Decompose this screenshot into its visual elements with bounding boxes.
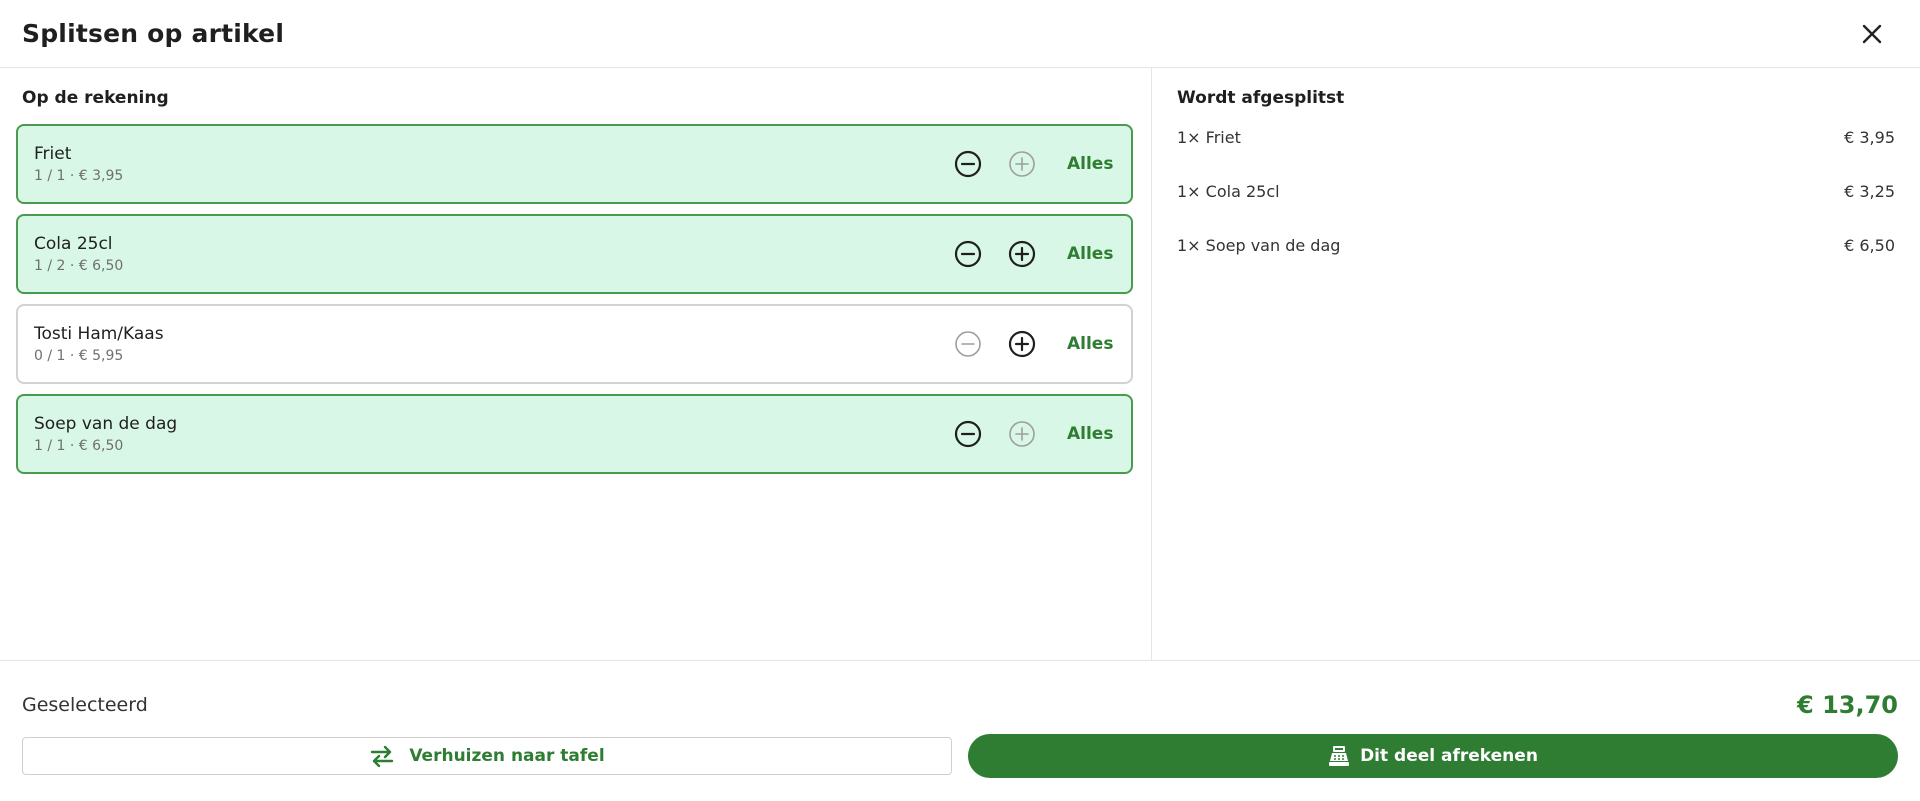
- select-all-button[interactable]: Alles: [1067, 244, 1113, 264]
- close-button[interactable]: [1854, 16, 1890, 52]
- bill-item-detail: 1 / 1 · € 6,50: [34, 438, 124, 454]
- decrease-button[interactable]: [953, 419, 983, 449]
- bill-item-info: Soep van de dag 1 / 1 · € 6,50: [34, 413, 953, 455]
- minus-circle-icon: [955, 331, 981, 357]
- bill-item-controls: Alles: [953, 419, 1113, 449]
- increase-button[interactable]: [1007, 239, 1037, 269]
- bill-panel: Op de rekening Friet 1 / 1 · € 3,95 Alles C…: [0, 68, 1152, 660]
- dialog-header: Splitsen op artikel: [0, 0, 1920, 68]
- split-item-label: 1× Cola 25cl: [1177, 182, 1280, 201]
- bill-item-name: Cola 25cl: [34, 234, 113, 254]
- split-item-label: 1× Soep van de dag: [1177, 236, 1341, 255]
- minus-circle-icon: [954, 420, 982, 448]
- bill-item-detail: 1 / 2 · € 6,50: [34, 258, 124, 274]
- bill-item[interactable]: Tosti Ham/Kaas 0 / 1 · € 5,95 Alles: [16, 304, 1133, 384]
- swap-arrows-icon: [371, 745, 394, 767]
- plus-circle-icon: [1008, 330, 1036, 358]
- selected-summary: Geselecteerd € 13,70: [22, 661, 1898, 741]
- bill-item-controls: Alles: [953, 239, 1113, 269]
- split-item-price: € 3,25: [1844, 182, 1895, 201]
- dialog-footer: Geselecteerd € 13,70 Verhuizen naar tafe…: [0, 661, 1920, 778]
- plus-circle-icon: [1009, 151, 1035, 177]
- decrease-button[interactable]: [953, 329, 983, 359]
- split-item-price: € 3,95: [1844, 128, 1895, 147]
- minus-circle-icon: [954, 150, 982, 178]
- bill-item-name: Friet: [34, 144, 72, 164]
- split-panel: Wordt afgesplitst 1× Friet € 3,95 1× Cola …: [1152, 68, 1920, 660]
- split-item-price: € 6,50: [1844, 236, 1895, 255]
- increase-button[interactable]: [1007, 149, 1037, 179]
- bill-item[interactable]: Friet 1 / 1 · € 3,95 Alles: [16, 124, 1133, 204]
- bill-item-info: Tosti Ham/Kaas 0 / 1 · € 5,95: [34, 323, 953, 365]
- plus-circle-icon: [1008, 240, 1036, 268]
- bill-item-list: Friet 1 / 1 · € 3,95 Alles Cola 25cl 1 / 2 ·…: [16, 124, 1133, 474]
- select-all-button[interactable]: Alles: [1067, 424, 1113, 444]
- pay-part-label: Dit deel afrekenen: [1360, 746, 1538, 766]
- bill-item-info: Friet 1 / 1 · € 3,95: [34, 143, 953, 185]
- bill-item-info: Cola 25cl 1 / 2 · € 6,50: [34, 233, 953, 275]
- split-panel-title: Wordt afgesplitst: [1177, 88, 1345, 108]
- bill-item-name: Tosti Ham/Kaas: [34, 324, 164, 344]
- split-item: 1× Cola 25cl € 3,25: [1174, 182, 1898, 236]
- split-item-label: 1× Friet: [1177, 128, 1241, 147]
- selected-total: € 13,70: [1797, 691, 1898, 719]
- increase-button[interactable]: [1007, 329, 1037, 359]
- move-to-table-button[interactable]: Verhuizen naar tafel: [22, 737, 952, 775]
- increase-button[interactable]: [1007, 419, 1037, 449]
- selected-label: Geselecteerd: [22, 694, 148, 716]
- bill-item-name: Soep van de dag: [34, 414, 178, 434]
- bill-item[interactable]: Cola 25cl 1 / 2 · € 6,50 Alles: [16, 214, 1133, 294]
- bill-item[interactable]: Soep van de dag 1 / 1 · € 6,50 Alles: [16, 394, 1133, 474]
- select-all-button[interactable]: Alles: [1067, 154, 1113, 174]
- dialog-body: Op de rekening Friet 1 / 1 · € 3,95 Alles C…: [0, 68, 1920, 661]
- plus-circle-icon: [1009, 421, 1035, 447]
- split-item-list: 1× Friet € 3,95 1× Cola 25cl € 3,25 1× Soep …: [1174, 128, 1898, 290]
- bill-item-detail: 1 / 1 · € 3,95: [34, 168, 124, 184]
- split-item: 1× Soep van de dag € 6,50: [1174, 236, 1898, 290]
- bill-item-controls: Alles: [953, 329, 1113, 359]
- decrease-button[interactable]: [953, 149, 983, 179]
- split-dialog: Splitsen op artikel Op de rekening Friet…: [0, 0, 1920, 801]
- bill-panel-title: Op de rekening: [22, 88, 169, 108]
- dialog-title: Splitsen op artikel: [22, 19, 285, 48]
- bill-item-detail: 0 / 1 · € 5,95: [34, 348, 124, 364]
- select-all-button[interactable]: Alles: [1067, 334, 1113, 354]
- close-icon: [1862, 24, 1882, 43]
- bill-item-controls: Alles: [953, 149, 1113, 179]
- split-item: 1× Friet € 3,95: [1174, 128, 1898, 182]
- decrease-button[interactable]: [953, 239, 983, 269]
- minus-circle-icon: [954, 240, 982, 268]
- footer-actions: Verhuizen naar tafel Dit deel afrekenen: [22, 734, 1898, 778]
- cash-register-icon: [1329, 746, 1350, 766]
- move-to-table-label: Verhuizen naar tafel: [409, 746, 605, 766]
- pay-part-button[interactable]: Dit deel afrekenen: [968, 734, 1898, 778]
